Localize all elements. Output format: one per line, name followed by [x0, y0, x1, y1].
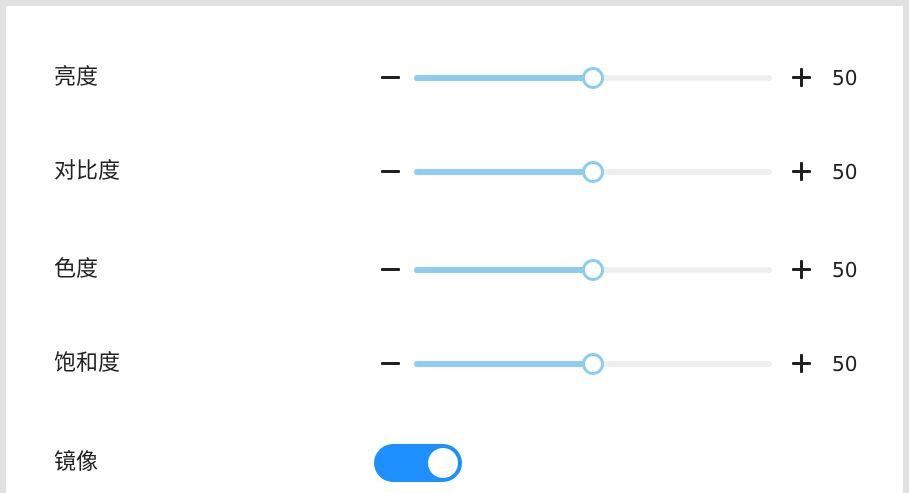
hue-plus-icon[interactable]: [790, 258, 814, 282]
saturation-minus-icon[interactable]: [379, 352, 403, 376]
image-settings-panel: 亮度 50 对比度 50 色度 50 饱和度 50 镜像: [0, 0, 909, 493]
hue-row: 色度 50: [6, 250, 903, 290]
saturation-value: 50: [832, 352, 858, 376]
brightness-label: 亮度: [54, 65, 99, 90]
saturation-plus-icon[interactable]: [790, 352, 814, 376]
brightness-slider-fill: [414, 75, 593, 81]
mirror-label: 镜像: [54, 450, 99, 475]
brightness-row: 亮度 50: [6, 58, 903, 98]
mirror-toggle[interactable]: [374, 444, 462, 482]
contrast-slider-thumb[interactable]: [582, 161, 604, 183]
brightness-slider-thumb[interactable]: [582, 67, 604, 89]
brightness-value: 50: [832, 66, 858, 90]
brightness-minus-icon[interactable]: [379, 66, 403, 90]
hue-value: 50: [832, 258, 858, 282]
contrast-value: 50: [832, 160, 858, 184]
contrast-slider-fill: [414, 169, 593, 175]
saturation-row: 饱和度 50: [6, 344, 903, 384]
contrast-plus-icon[interactable]: [790, 160, 814, 184]
contrast-minus-icon[interactable]: [379, 160, 403, 184]
contrast-label: 对比度: [54, 159, 121, 184]
mirror-row: 镜像: [6, 440, 903, 486]
saturation-slider-thumb[interactable]: [582, 353, 604, 375]
hue-slider-thumb[interactable]: [582, 259, 604, 281]
hue-label: 色度: [54, 257, 99, 282]
mirror-toggle-knob: [428, 448, 458, 478]
contrast-row: 对比度 50: [6, 152, 903, 192]
contrast-slider[interactable]: [414, 161, 772, 183]
hue-minus-icon[interactable]: [379, 258, 403, 282]
saturation-label: 饱和度: [54, 351, 121, 376]
saturation-slider[interactable]: [414, 353, 772, 375]
brightness-slider[interactable]: [414, 67, 772, 89]
hue-slider[interactable]: [414, 259, 772, 281]
brightness-plus-icon[interactable]: [790, 66, 814, 90]
hue-slider-fill: [414, 267, 593, 273]
saturation-slider-fill: [414, 361, 593, 367]
